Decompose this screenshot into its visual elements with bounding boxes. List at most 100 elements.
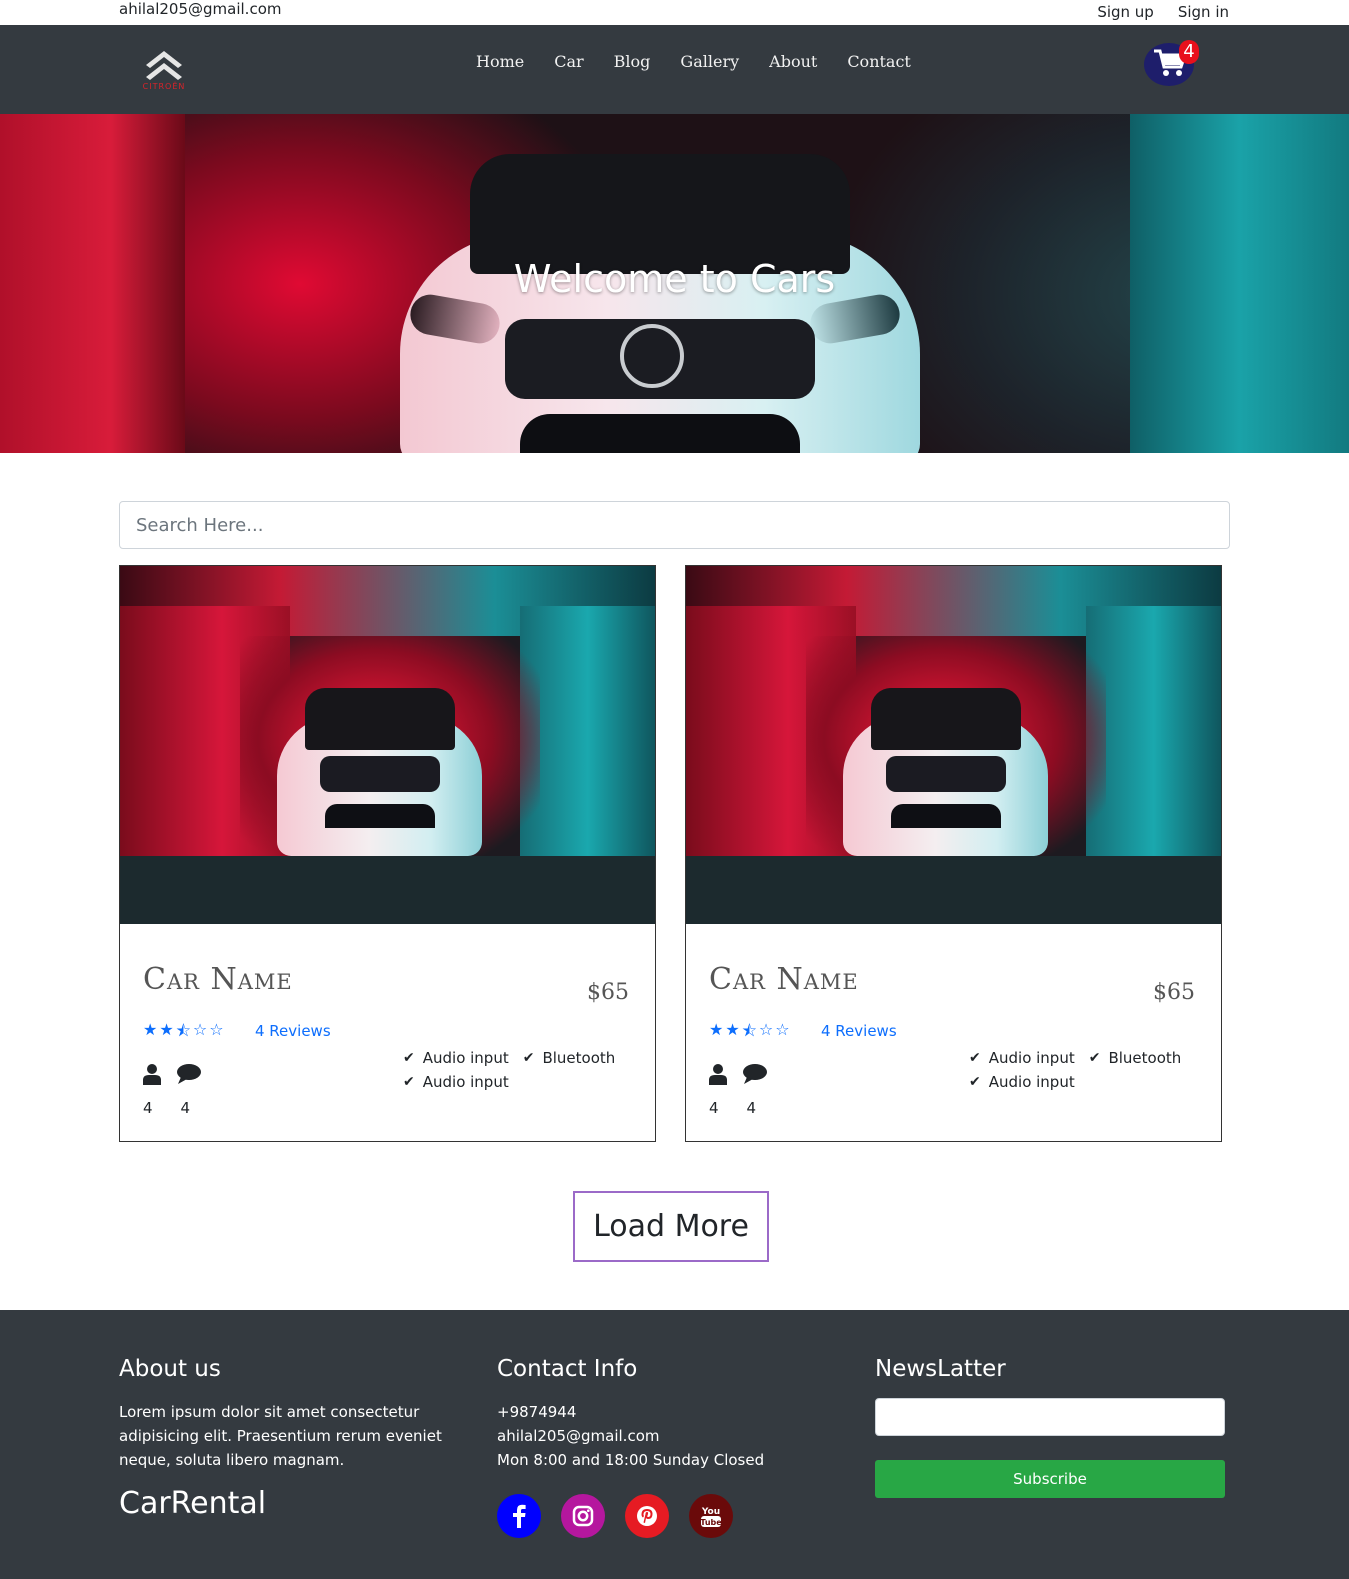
hero-car-emblem <box>620 324 684 388</box>
top-bar: ahilal205@gmail.com Sign up Sign in <box>0 0 1349 25</box>
car-image <box>686 566 1221 924</box>
contact-email: ahilal205@gmail.com <box>497 1427 660 1445</box>
nav-contact[interactable]: Contact <box>847 52 911 72</box>
feature-item: ✔ Audio input <box>403 1070 509 1094</box>
reviews-link[interactable]: 4 Reviews <box>821 1022 897 1040</box>
facebook-icon[interactable] <box>497 1494 541 1538</box>
contact-phone: +9874944 <box>497 1403 577 1421</box>
car-grille <box>320 756 440 792</box>
check-icon: ✔ <box>1088 1050 1101 1066</box>
feature-item: ✔ Audio input <box>969 1046 1075 1070</box>
nav-car[interactable]: Car <box>554 52 583 72</box>
footer-newsletter: NewsLatter Subscribe <box>875 1356 1230 1498</box>
check-icon: ✔ <box>969 1074 981 1090</box>
star-full-icon: ★ <box>143 1020 158 1039</box>
instagram-icon[interactable] <box>561 1494 605 1538</box>
auth-links: Sign up Sign in <box>1097 2 1229 22</box>
car-name: Car Name <box>709 962 859 997</box>
car-price: $65 <box>1153 980 1195 1005</box>
contact-heading: Contact Info <box>497 1356 638 1382</box>
main-nav: Home Car Blog Gallery About Contact <box>476 52 941 72</box>
contact-lines: +9874944 ahilal205@gmail.com Mon 8:00 an… <box>497 1400 827 1472</box>
car-price: $65 <box>587 980 629 1005</box>
comment-count: 4 <box>746 1099 757 1117</box>
search-input[interactable] <box>119 501 1230 549</box>
signup-link[interactable]: Sign up <box>1097 2 1154 22</box>
check-icon: ✔ <box>403 1050 415 1066</box>
comment-count: 4 <box>180 1099 191 1117</box>
cart-button[interactable]: 4 <box>1144 40 1199 86</box>
car-bumper <box>325 804 435 828</box>
reviews-link[interactable]: 4 Reviews <box>255 1022 331 1040</box>
svg-text:You: You <box>701 1507 720 1517</box>
feature-label: Bluetooth <box>1108 1049 1182 1067</box>
logo-text: CITROËN <box>142 82 186 91</box>
feature-item: ✔ Bluetooth <box>1089 1046 1182 1070</box>
car-name: Car Name <box>143 962 293 997</box>
navbar: CITROËN Home Car Blog Gallery About Cont… <box>0 25 1349 114</box>
card-meta-icons <box>143 1063 202 1085</box>
check-icon: ✔ <box>969 1050 981 1066</box>
user-icon <box>709 1064 727 1085</box>
footer-contact: Contact Info +9874944 ahilal205@gmail.co… <box>497 1356 827 1538</box>
check-icon: ✔ <box>403 1074 415 1090</box>
feature-list: ✔ Audio input ✔ Bluetooth ✔ Audio input <box>969 1046 1209 1094</box>
check-icon: ✔ <box>522 1050 535 1066</box>
social-links: You Tube <box>497 1494 827 1538</box>
feature-label: Audio input <box>422 1049 509 1067</box>
star-half-icon: ⯪ <box>741 1021 757 1040</box>
footer-brand: CarRental <box>119 1486 267 1521</box>
feature-label: Audio input <box>988 1073 1075 1091</box>
car-windshield <box>871 688 1021 750</box>
garage-floor <box>120 856 655 924</box>
user-icon <box>143 1064 161 1085</box>
subscribe-button[interactable]: Subscribe <box>875 1460 1225 1498</box>
star-half-icon: ⯪ <box>175 1021 191 1040</box>
signin-link[interactable]: Sign in <box>1178 2 1229 22</box>
feature-label: Bluetooth <box>542 1049 616 1067</box>
rating-stars: ★ ★ ⯪ ☆ ☆ <box>709 1020 790 1047</box>
top-email: ahilal205@gmail.com <box>119 0 282 18</box>
car-bumper <box>891 804 1001 828</box>
brand-logo[interactable]: CITROËN <box>130 43 198 95</box>
feature-label: Audio input <box>988 1049 1075 1067</box>
car-windshield <box>305 688 455 750</box>
hero-car-windshield <box>470 154 850 274</box>
user-count: 4 <box>709 1099 719 1117</box>
feature-item: ✔ Bluetooth <box>523 1046 616 1070</box>
comment-icon <box>743 1064 767 1084</box>
star-empty-icon: ☆ <box>192 1020 208 1039</box>
feature-item: ✔ Audio input <box>969 1070 1075 1094</box>
star-empty-icon: ☆ <box>775 1020 790 1039</box>
star-empty-icon: ☆ <box>209 1020 224 1039</box>
car-card[interactable]: Car Name $65 ★ ★ ⯪ ☆ ☆ 4 Reviews 4 4 ✔ Au… <box>685 565 1222 1142</box>
youtube-icon[interactable]: You Tube <box>689 1494 733 1538</box>
nav-about[interactable]: About <box>769 52 817 72</box>
footer: About us Lorem ipsum dolor sit amet cons… <box>0 1310 1349 1579</box>
newsletter-heading: NewsLatter <box>875 1356 1006 1382</box>
nav-blog[interactable]: Blog <box>614 52 651 72</box>
car-card[interactable]: Car Name $65 ★ ★ ⯪ ☆ ☆ 4 Reviews 4 4 ✔ Au… <box>119 565 656 1142</box>
star-full-icon: ★ <box>709 1020 724 1039</box>
nav-home[interactable]: Home <box>476 52 524 72</box>
cart-count-badge: 4 <box>1179 40 1199 64</box>
star-full-icon: ★ <box>159 1020 174 1039</box>
contact-hours: Mon 8:00 and 18:00 Sunday Closed <box>497 1451 765 1469</box>
garage-floor <box>686 856 1221 924</box>
hero-car-bumper <box>520 414 800 453</box>
star-empty-icon: ☆ <box>758 1020 774 1039</box>
citroen-chevron-icon <box>146 51 182 80</box>
nav-gallery[interactable]: Gallery <box>680 52 739 72</box>
pinterest-icon[interactable] <box>625 1494 669 1538</box>
rating-stars: ★ ★ ⯪ ☆ ☆ <box>143 1020 224 1047</box>
feature-item: ✔ Audio input <box>403 1046 509 1070</box>
newsletter-email-field[interactable] <box>875 1398 1225 1436</box>
about-heading: About us <box>119 1356 221 1382</box>
card-meta-counts: 4 4 <box>143 1099 190 1117</box>
card-meta-icons <box>709 1063 768 1085</box>
star-full-icon: ★ <box>725 1020 740 1039</box>
footer-about: About us Lorem ipsum dolor sit amet cons… <box>119 1356 449 1521</box>
feature-list: ✔ Audio input ✔ Bluetooth ✔ Audio input <box>403 1046 643 1094</box>
load-more-button[interactable]: Load More <box>573 1191 769 1262</box>
car-grille <box>886 756 1006 792</box>
